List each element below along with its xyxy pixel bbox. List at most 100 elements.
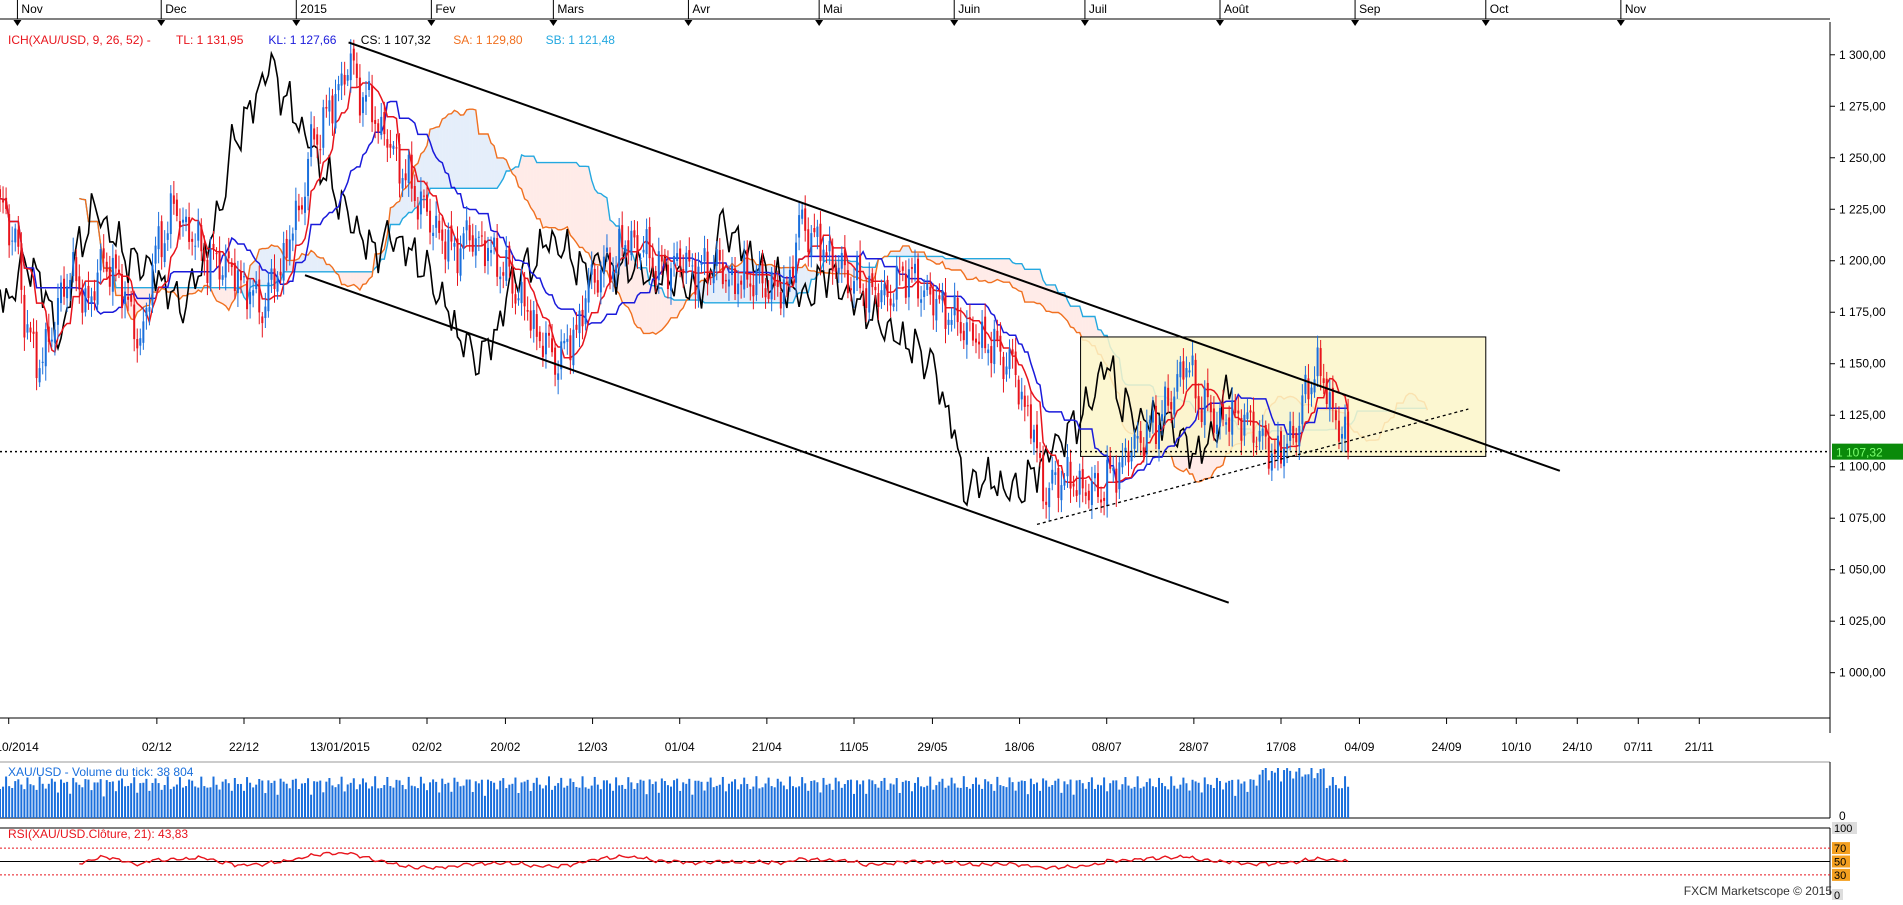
candle-body: [356, 64, 358, 78]
candle-body: [84, 288, 86, 312]
volume-bar: [1332, 777, 1334, 818]
volume-bar: [206, 788, 208, 818]
candle-body: [87, 286, 89, 298]
volume-bar: [1170, 776, 1172, 818]
candle-body: [11, 241, 13, 242]
candle-body: [283, 243, 285, 281]
chart-window: NovDec2015FevMarsAvrMaiJuinJuilAoûtSepOc…: [0, 0, 1903, 900]
candle-body: [447, 230, 449, 262]
candle-body: [81, 293, 83, 313]
volume-bar: [255, 785, 257, 818]
volume-bar: [411, 786, 413, 818]
candle-body: [274, 269, 276, 289]
candle-body: [536, 314, 538, 337]
cloud-segment-bearish: [558, 163, 561, 230]
volume-bar: [100, 779, 102, 818]
volume-bar: [993, 791, 995, 818]
candle-body: [646, 229, 648, 254]
volume-bar: [902, 782, 904, 818]
volume-bar: [844, 784, 846, 818]
candle-body: [1204, 388, 1206, 425]
candle-body: [829, 241, 831, 251]
volume-bar: [847, 780, 849, 818]
volume-bar: [75, 782, 77, 818]
volume-bar: [1307, 774, 1309, 818]
cloud-segment-bearish: [1058, 293, 1061, 315]
date-tick-label: 24/10: [1562, 740, 1592, 754]
cloud-segment-bearish: [985, 259, 988, 283]
volume-bar: [112, 781, 114, 818]
volume-bar: [261, 781, 263, 818]
month-label: Avr: [692, 2, 710, 16]
cloud-segment-bullish: [467, 109, 470, 188]
cloud-segment-bullish: [451, 110, 454, 188]
volume-bar: [1311, 768, 1313, 818]
volume-label: XAU/USD - Volume du tick: 38 804: [8, 765, 194, 779]
volume-bar: [499, 781, 501, 818]
candle-body: [499, 277, 501, 280]
candle-body: [896, 266, 898, 300]
ichimoku-legend-item: SA: 1 129,80: [453, 33, 523, 47]
volume-bar: [368, 788, 370, 818]
volume-bar: [191, 781, 193, 818]
volume-bar: [579, 788, 581, 818]
volume-bar: [447, 783, 449, 818]
cloud-segment-bearish: [580, 166, 583, 247]
volume-bar: [1179, 785, 1181, 818]
candle-body: [841, 253, 843, 269]
date-tick-label: 12/03: [578, 740, 608, 754]
volume-bar: [289, 788, 291, 818]
candle-body: [1002, 357, 1004, 379]
volume-bar: [362, 778, 364, 818]
candle-body: [859, 255, 861, 288]
volume-bar: [225, 779, 227, 818]
volume-bar: [164, 785, 166, 818]
volume-bar: [197, 788, 199, 818]
candle-body: [996, 331, 998, 340]
candle-body: [929, 287, 931, 295]
candle-body: [1073, 484, 1075, 487]
candle-body: [502, 272, 504, 276]
date-tick-label: 28/07: [1179, 740, 1209, 754]
volume-bar: [1207, 784, 1209, 818]
volume-bar: [185, 786, 187, 818]
volume-bar: [536, 778, 538, 818]
candle-body: [789, 270, 791, 284]
volume-bar: [402, 785, 404, 818]
cloud-segment-bullish: [894, 251, 897, 256]
volume-bar: [1131, 788, 1133, 818]
candle-body: [667, 265, 669, 289]
cloud-segment-bearish: [528, 156, 531, 207]
volume-bar: [17, 779, 19, 818]
candle-body: [26, 324, 28, 332]
volume-bar: [469, 780, 471, 818]
rsi-level-label: 30: [1834, 870, 1846, 882]
candle-body: [1045, 502, 1047, 505]
volume-bar: [1222, 789, 1224, 818]
volume-bar: [819, 792, 821, 818]
ichimoku-legend-item: TL: 1 131,95: [176, 33, 244, 47]
candle-body: [969, 317, 971, 319]
cloud-segment-bearish: [363, 272, 366, 285]
volume-bar: [392, 788, 394, 818]
ichimoku-legend-item: KL: 1 127,66: [268, 33, 336, 47]
price-tick-label: 1 150,00: [1839, 357, 1886, 371]
volume-bar: [951, 778, 953, 818]
candle-body: [786, 282, 788, 284]
candle-body: [1109, 456, 1111, 469]
candle-body: [554, 348, 556, 375]
volume-bar: [478, 783, 480, 818]
date-tick-label: 01/04: [665, 740, 695, 754]
candle-body: [286, 239, 288, 258]
candle-body: [435, 216, 437, 228]
volume-bar: [615, 777, 617, 818]
volume-bar: [624, 789, 626, 818]
candle-body: [1021, 392, 1023, 400]
volume-bar: [295, 779, 297, 818]
candle-body: [75, 257, 77, 281]
candle-body: [234, 263, 236, 291]
volume-bar: [960, 788, 962, 818]
volume-bar: [487, 780, 489, 818]
cloud-segment-bearish: [342, 272, 345, 285]
candle-body: [1161, 414, 1163, 421]
